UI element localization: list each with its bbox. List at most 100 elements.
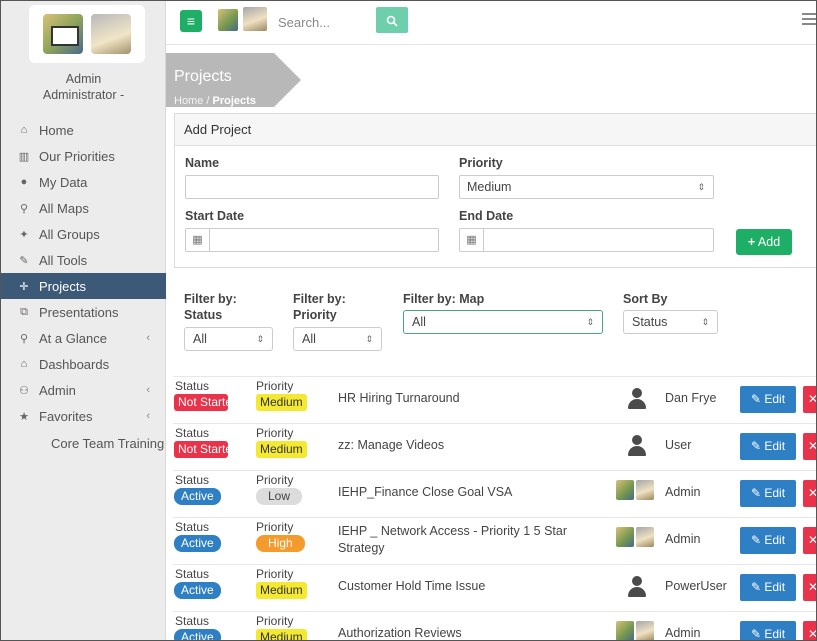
delete-button[interactable]: ✕: [803, 527, 816, 554]
filter-priority-value: All: [302, 332, 316, 346]
breadcrumb-home[interactable]: Home: [174, 95, 203, 107]
edit-button[interactable]: ✎ Edit: [740, 574, 796, 601]
start-date-field[interactable]: ▦: [185, 228, 439, 252]
menu-toggle-button[interactable]: ≡: [180, 10, 202, 32]
edit-button[interactable]: ✎ Edit: [740, 527, 796, 554]
filter-status-select[interactable]: All ⇕: [184, 327, 273, 351]
logo-photo-icon[interactable]: [243, 7, 267, 31]
project-row: Status Active Priority High IEHP _ Netwo…: [173, 517, 816, 564]
status-badge: Active: [174, 535, 221, 552]
filter-map-label: Filter by: Map: [403, 292, 485, 306]
delete-button[interactable]: ✕: [803, 386, 816, 413]
end-date-label: End Date: [459, 209, 514, 223]
status-badge: Active: [174, 582, 221, 599]
project-name-link[interactable]: Authorization Reviews: [338, 625, 588, 640]
sidebar-item-all-groups[interactable]: ✦ All Groups: [1, 221, 166, 247]
delete-button[interactable]: ✕: [803, 621, 816, 640]
edit-icon: ✎: [750, 627, 762, 641]
project-name-link[interactable]: IEHP_Finance Close Goal VSA: [338, 484, 588, 501]
owner-name: Dan Frye: [665, 391, 717, 405]
project-list: Status Not Started Priority Medium HR Hi…: [173, 376, 816, 641]
sidebar-item-our-priorities[interactable]: ▥ Our Priorities: [1, 143, 166, 169]
chevron-left-icon: ‹: [146, 410, 150, 422]
priority-badge: Medium: [256, 441, 307, 458]
owner-avatar: [616, 480, 654, 500]
owner-avatar: [616, 621, 654, 640]
status-label: Status: [175, 379, 210, 393]
status-label: Status: [175, 614, 210, 628]
edit-button[interactable]: ✎ Edit: [740, 433, 796, 460]
name-field[interactable]: [185, 175, 439, 199]
wrench-icon: ✎: [19, 254, 29, 267]
logo-image-icon[interactable]: [218, 9, 238, 31]
filter-priority-label: Filter by: Priority: [293, 291, 346, 323]
sidebar-item-home[interactable]: ⌂ Home: [1, 117, 166, 143]
user-role-dropdown[interactable]: Administrator -: [1, 88, 166, 102]
owner-avatar: [626, 434, 648, 456]
sidebar-item-dashboards[interactable]: ⌂ Dashboards: [1, 351, 166, 377]
select-arrows-icon: ⇕: [586, 317, 594, 327]
breadcrumb-current: Projects: [212, 95, 256, 107]
search-input[interactable]: [272, 9, 370, 35]
project-row: Status Active Priority Low IEHP_Finance …: [173, 470, 816, 517]
close-icon: ✕: [808, 533, 816, 547]
status-badge: Not Started: [174, 394, 228, 411]
sidebar-item-favorites[interactable]: ★ Favorites ‹: [1, 403, 166, 429]
sidebar-item-my-data[interactable]: ● My Data: [1, 169, 166, 195]
logo-image-icon: [616, 621, 634, 640]
edit-button[interactable]: ✎ Edit: [740, 480, 796, 507]
sidebar-item-projects[interactable]: ✛ Projects: [1, 273, 166, 299]
sidebar-item-label: Home: [39, 122, 74, 138]
status-badge: Not Started: [174, 441, 228, 458]
project-name-link[interactable]: Customer Hold Time Issue: [338, 578, 588, 595]
sidebar-item-label: Favorites: [39, 408, 93, 424]
sidebar-item-core-team-training[interactable]: Core Team Training: [1, 435, 166, 452]
sidebar-item-label: Dashboards: [39, 356, 110, 372]
priority-select[interactable]: Medium ⇕: [459, 175, 714, 199]
calendar-icon: ▦: [186, 229, 210, 251]
delete-button[interactable]: ✕: [803, 480, 816, 507]
chevron-left-icon: ‹: [146, 384, 150, 396]
sidebar-item-all-maps[interactable]: ⚲ All Maps: [1, 195, 166, 221]
sidebar-item-admin[interactable]: ⚇ Admin ‹: [1, 377, 166, 403]
filter-priority-select[interactable]: All ⇕: [293, 327, 382, 351]
name-label: Name: [185, 156, 220, 170]
project-name-link[interactable]: IEHP _ Network Access - Priority 1 5 Sta…: [338, 523, 588, 557]
filter-priority-label-line2: Priority: [293, 308, 337, 322]
sidebar-item-all-tools[interactable]: ✎ All Tools: [1, 247, 166, 273]
sidebar-item-label: All Maps: [39, 200, 89, 216]
sort-by-select[interactable]: Status ⇕: [623, 310, 718, 334]
delete-button[interactable]: ✕: [803, 574, 816, 601]
priority-label: Priority: [256, 473, 294, 487]
close-icon: ✕: [808, 627, 816, 640]
edit-button[interactable]: ✎ Edit: [740, 621, 796, 641]
end-date-field[interactable]: ▦: [459, 228, 714, 252]
priority-label: Priority: [256, 426, 294, 440]
owner-name: Admin: [665, 626, 701, 640]
home-icon: ⌂: [20, 124, 28, 136]
breadcrumb-separator: /: [206, 95, 210, 107]
priority-select-value: Medium: [467, 180, 512, 194]
search-icon: ⚲: [19, 332, 29, 345]
delete-button[interactable]: ✕: [803, 433, 816, 460]
project-name-link[interactable]: HR Hiring Turnaround: [338, 390, 588, 407]
owner-avatar: [626, 387, 648, 409]
sidebar-item-presentations[interactable]: ⧉ Presentations: [1, 299, 166, 325]
project-row: Status Active Priority Medium Authorizat…: [173, 611, 816, 641]
close-icon: ✕: [808, 439, 816, 453]
close-icon: ✕: [808, 392, 816, 406]
users-cog-icon: ⚇: [19, 384, 29, 397]
logo-photo-icon: [636, 621, 654, 640]
project-name-link[interactable]: zz: Manage Videos: [338, 437, 588, 454]
company-logo[interactable]: [29, 5, 145, 63]
filter-map-select[interactable]: All ⇕: [403, 310, 603, 334]
list-icon[interactable]: [802, 13, 816, 27]
sidebar-item-at-a-glance[interactable]: ⚲ At a Glance ‹: [1, 325, 166, 351]
edit-icon: ✎: [750, 533, 762, 547]
search-button[interactable]: [376, 7, 408, 33]
add-project-button[interactable]: + Add: [736, 229, 792, 255]
edit-button[interactable]: ✎ Edit: [740, 386, 796, 413]
priority-badge: Medium: [256, 394, 307, 411]
add-project-panel: Add Project Name Priority Medium ⇕ Start…: [174, 113, 816, 268]
priority-badge: Medium: [256, 629, 307, 640]
